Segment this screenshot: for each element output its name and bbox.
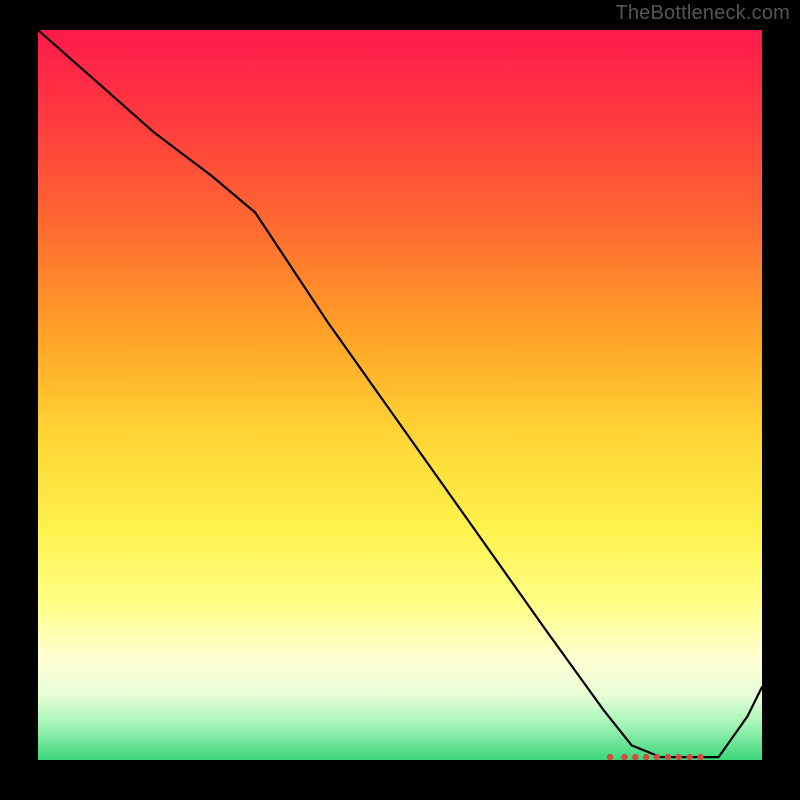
marker-dot	[686, 754, 692, 760]
plot-area	[38, 30, 762, 760]
marker-dot	[607, 754, 613, 760]
series-curve	[38, 30, 762, 757]
marker-dot	[643, 754, 649, 760]
chart-svg	[38, 30, 762, 760]
marker-dot	[676, 754, 682, 760]
marker-dot	[665, 754, 671, 760]
marker-dot	[621, 754, 627, 760]
marker-dot	[632, 754, 638, 760]
marker-group	[607, 754, 704, 760]
marker-dot	[697, 754, 703, 760]
chart-container: TheBottleneck.com	[0, 0, 800, 800]
watermark-text: TheBottleneck.com	[615, 2, 790, 25]
marker-dot	[654, 754, 660, 760]
